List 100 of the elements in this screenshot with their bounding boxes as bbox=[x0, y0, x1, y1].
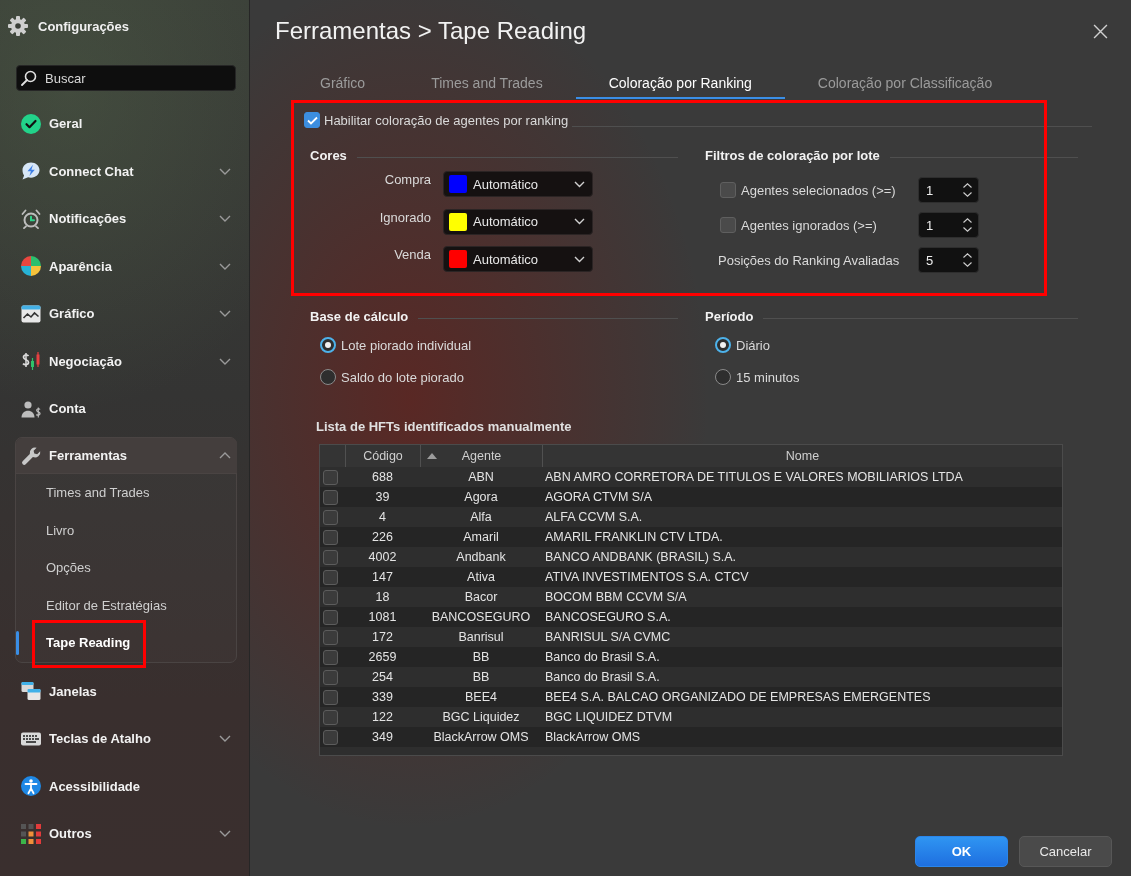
table-cell-text: BB bbox=[471, 650, 491, 664]
sidebar-item[interactable]: Teclas de Atalho bbox=[15, 715, 238, 763]
sidebar-item[interactable]: Notificações bbox=[15, 195, 238, 243]
dialog-title: Ferramentas > Tape Reading bbox=[275, 17, 587, 45]
table-cell-text: 172 bbox=[371, 630, 394, 644]
row-checkbox[interactable] bbox=[323, 629, 338, 645]
sidebar-item[interactable]: Aparência bbox=[15, 242, 238, 290]
sidebar-item[interactable]: Geral bbox=[15, 100, 238, 148]
spin-down-icon[interactable] bbox=[963, 192, 972, 197]
color-wheel-icon bbox=[21, 256, 41, 277]
table-cell-text: Amaril bbox=[462, 530, 500, 544]
close-button[interactable] bbox=[1093, 23, 1108, 39]
table-row[interactable]: 39 Agora AGORA CTVM S/A bbox=[320, 487, 1062, 507]
color-dropdown[interactable]: Automático bbox=[443, 171, 593, 197]
spin-up-icon[interactable] bbox=[963, 218, 972, 223]
tab[interactable]: Coloração por Classificação bbox=[784, 70, 1026, 99]
search-field[interactable]: Buscar bbox=[16, 65, 236, 91]
row-checkbox[interactable] bbox=[323, 489, 338, 505]
table-row[interactable]: 1081 BANCOSEGURO BANCOSEGURO S.A. bbox=[320, 607, 1062, 627]
row-checkbox[interactable] bbox=[323, 689, 338, 705]
sidebar-item[interactable]: Outros bbox=[15, 810, 238, 858]
tab[interactable]: Gráfico bbox=[287, 70, 399, 99]
row-checkbox[interactable] bbox=[323, 669, 338, 685]
radio-button[interactable] bbox=[715, 337, 731, 353]
section-heading: Filtros de coloração por lote bbox=[705, 147, 880, 163]
row-checkbox[interactable] bbox=[323, 589, 338, 605]
number-field[interactable]: 1 bbox=[918, 212, 979, 238]
chat-bubble-icon bbox=[21, 161, 41, 182]
chevron-up-icon bbox=[219, 452, 231, 459]
table-row[interactable]: 339 BEE4 BEE4 S.A. BALCAO ORGANIZADO DE EMPRESAS EMERGENTES bbox=[320, 687, 1062, 707]
sidebar-item[interactable]: Connect Chat bbox=[15, 147, 238, 195]
sidebar-item[interactable]: Ferramentas bbox=[16, 438, 237, 474]
sidebar-subitem[interactable]: Opções bbox=[16, 549, 237, 587]
radio-button[interactable] bbox=[715, 369, 731, 385]
section-heading: Cores bbox=[310, 147, 347, 163]
table-cell-text: 18 bbox=[374, 590, 391, 604]
sidebar-item[interactable]: Gráfico bbox=[15, 290, 238, 338]
table-cell-text: ATIVA INVESTIMENTOS S.A. CTCV bbox=[544, 570, 750, 584]
field-label: Venda bbox=[393, 247, 431, 262]
color-grid-icon bbox=[21, 823, 41, 844]
row-checkbox[interactable] bbox=[323, 509, 338, 525]
table-row[interactable]: 147 Ativa ATIVA INVESTIMENTOS S.A. CTCV bbox=[320, 567, 1062, 587]
accessibility-icon bbox=[21, 776, 41, 797]
color-dropdown[interactable]: Automático bbox=[443, 208, 593, 235]
color-dropdown[interactable]: Automático bbox=[443, 246, 593, 272]
tab[interactable]: Coloração por Ranking bbox=[575, 70, 785, 99]
table-row[interactable]: 2659 BB Banco do Brasil S.A. bbox=[320, 647, 1062, 667]
row-checkbox[interactable] bbox=[323, 729, 338, 745]
table-cell-text: 688 bbox=[371, 470, 394, 484]
radio-button[interactable] bbox=[320, 337, 336, 353]
number-field[interactable]: 1 bbox=[918, 177, 979, 203]
windows-icon bbox=[21, 681, 41, 702]
number-field[interactable]: 5 bbox=[918, 247, 979, 273]
table-cell-text: Bacor bbox=[463, 590, 499, 604]
checkbox[interactable] bbox=[720, 217, 736, 233]
spin-down-icon[interactable] bbox=[963, 262, 972, 267]
table-cell-text: Agora bbox=[463, 490, 499, 504]
row-checkbox[interactable] bbox=[323, 649, 338, 665]
sidebar-subitem[interactable]: Livro bbox=[16, 511, 237, 549]
table-cell-text: BEE4 S.A. BALCAO ORGANIZADO DE EMPRESAS EMERGENTES bbox=[544, 690, 932, 704]
table-cell-text: Banco do Brasil S.A. bbox=[544, 670, 661, 684]
table-cell-text: AGORA CTVM S/A bbox=[544, 490, 653, 504]
table-cell-text: 4 bbox=[378, 510, 387, 524]
table-cell-text: 147 bbox=[371, 570, 394, 584]
table-row[interactable]: 226 Amaril AMARIL FRANKLIN CTV LTDA. bbox=[320, 527, 1062, 547]
sidebar-subitem[interactable]: Editor de Estratégias bbox=[16, 586, 237, 624]
sidebar-title: Configurações bbox=[38, 18, 129, 34]
row-checkbox[interactable] bbox=[323, 549, 338, 565]
table-cell-text: Alfa bbox=[469, 510, 493, 524]
sidebar-item[interactable]: Janelas bbox=[15, 667, 238, 715]
row-checkbox[interactable] bbox=[323, 609, 338, 625]
row-checkbox[interactable] bbox=[323, 569, 338, 585]
sidebar-item[interactable]: Negociação bbox=[15, 337, 238, 385]
sidebar-subitem[interactable]: Times and Trades bbox=[16, 474, 237, 512]
gear-icon bbox=[8, 16, 28, 36]
chevron-down-icon bbox=[219, 357, 231, 365]
spin-down-icon[interactable] bbox=[963, 227, 972, 232]
spin-up-icon[interactable] bbox=[963, 253, 972, 258]
table-row[interactable]: 349 BlackArrow OMS BlackArrow OMS bbox=[320, 727, 1062, 747]
list-title: Lista de HFTs identificados manualmente bbox=[316, 419, 572, 435]
row-checkbox[interactable] bbox=[323, 529, 338, 545]
cancel-button[interactable]: Cancelar bbox=[1019, 836, 1112, 867]
row-checkbox[interactable] bbox=[323, 709, 338, 725]
ok-button[interactable]: OK bbox=[915, 836, 1008, 867]
spin-up-icon[interactable] bbox=[963, 183, 972, 188]
table-cell-text: BANRISUL S/A CVMC bbox=[544, 630, 672, 644]
radio-label: 15 minutos bbox=[736, 369, 800, 385]
radio-label: Lote piorado individual bbox=[341, 337, 472, 353]
radio-button[interactable] bbox=[320, 369, 336, 385]
sidebar-subitem[interactable]: Tape Reading bbox=[16, 624, 237, 662]
checkbox[interactable] bbox=[304, 112, 320, 128]
row-checkbox[interactable] bbox=[323, 469, 338, 485]
tab[interactable]: Times and Trades bbox=[398, 70, 576, 99]
table-cell-text: Banrisul bbox=[457, 630, 505, 644]
checkbox[interactable] bbox=[720, 182, 736, 198]
radio-label: Saldo do lote piorado bbox=[341, 369, 464, 385]
sidebar-item[interactable]: Conta bbox=[15, 385, 238, 433]
sidebar-item[interactable]: Acessibilidade bbox=[15, 762, 238, 810]
chevron-down-icon bbox=[219, 735, 231, 743]
chevron-down-icon bbox=[574, 180, 585, 188]
